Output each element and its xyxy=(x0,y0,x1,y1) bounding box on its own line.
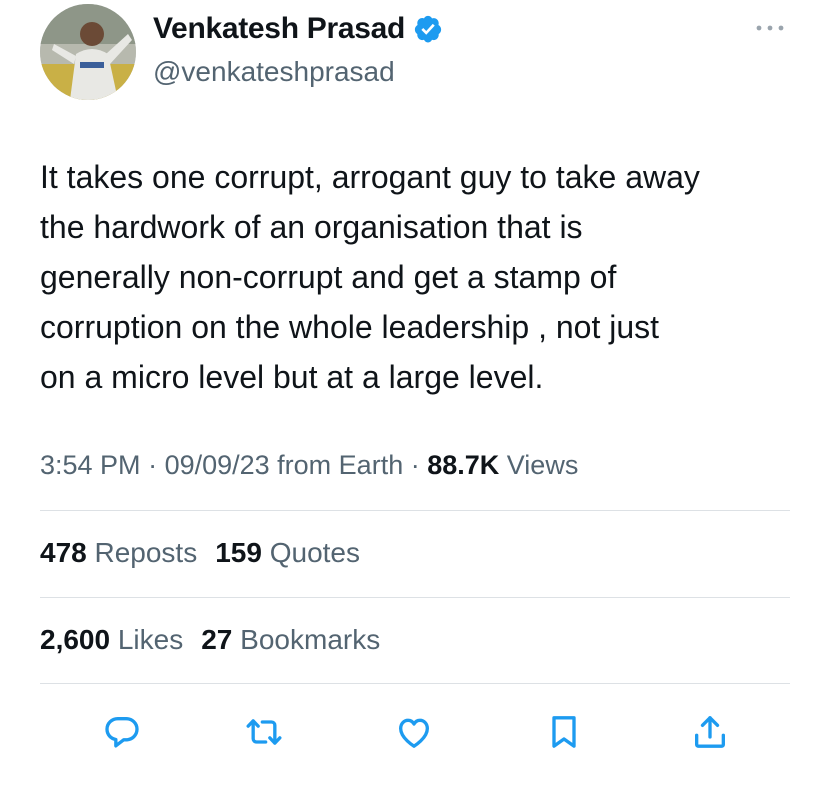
verified-badge-icon[interactable] xyxy=(413,14,443,44)
engagement-row-2: 2,600 Likes 27 Bookmarks xyxy=(40,624,398,656)
bookmark-button[interactable] xyxy=(538,706,590,758)
tweet-meta: 3:54 PM · 09/09/23 from Earth · 88.7K Vi… xyxy=(40,450,578,481)
engagement-row-1: 478 Reposts 159 Quotes xyxy=(40,537,378,569)
quotes-count: 159 xyxy=(215,537,262,568)
avatar[interactable] xyxy=(40,4,136,100)
reposts-label: Reposts xyxy=(86,537,198,568)
like-button[interactable] xyxy=(388,706,440,758)
share-icon xyxy=(695,716,725,748)
bookmark-icon xyxy=(552,716,576,748)
tweet-time[interactable]: 3:54 PM xyxy=(40,450,141,480)
reply-button[interactable] xyxy=(96,706,148,758)
author-display-name[interactable]: Venkatesh Prasad xyxy=(153,12,405,46)
bookmarks-count: 27 xyxy=(201,624,233,655)
like-icon xyxy=(399,718,429,748)
likes-label: Likes xyxy=(110,624,184,655)
likes-count: 2,600 xyxy=(40,624,111,655)
profile-photo xyxy=(40,4,136,100)
bookmarks-label: Bookmarks xyxy=(232,624,381,655)
divider xyxy=(40,683,790,684)
repost-icon xyxy=(246,719,282,745)
tweet-source: from Earth xyxy=(269,450,404,480)
reposts-stat[interactable]: 478 Reposts xyxy=(40,537,197,568)
reposts-count: 478 xyxy=(40,537,87,568)
action-bar xyxy=(0,706,828,758)
likes-stat[interactable]: 2,600 Likes xyxy=(40,624,183,655)
tweet-text: It takes one corrupt, arrogant guy to ta… xyxy=(40,159,700,395)
reply-icon xyxy=(105,717,139,748)
meta-separator: · xyxy=(403,450,428,480)
views-label: Views xyxy=(499,450,579,480)
author-handle[interactable]: @venkateshprasad xyxy=(153,56,395,88)
divider xyxy=(40,597,790,598)
divider xyxy=(40,510,790,511)
quotes-label: Quotes xyxy=(261,537,360,568)
meta-separator: · xyxy=(140,450,165,480)
more-horizontal-icon[interactable] xyxy=(750,16,790,40)
share-button[interactable] xyxy=(684,706,736,758)
views-count[interactable]: 88.7K xyxy=(427,450,499,480)
quotes-stat[interactable]: 159 Quotes xyxy=(215,537,360,568)
repost-button[interactable] xyxy=(238,706,290,758)
author-name-row: Venkatesh Prasad xyxy=(153,12,443,46)
bookmarks-stat[interactable]: 27 Bookmarks xyxy=(201,624,380,655)
tweet-date[interactable]: 09/09/23 xyxy=(165,450,270,480)
